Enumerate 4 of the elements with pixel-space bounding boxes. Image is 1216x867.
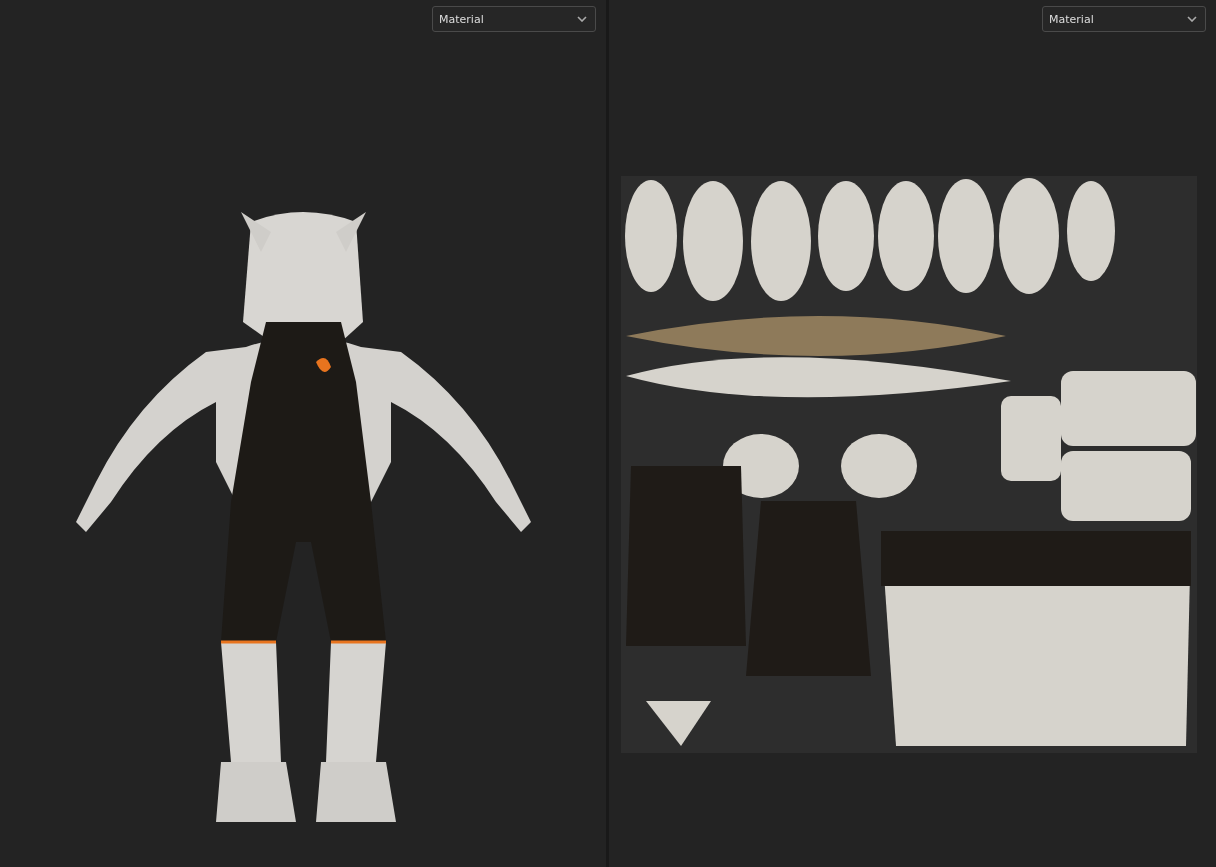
mode-dropdown[interactable]: Material [432, 6, 596, 32]
mode-dropdown[interactable]: Material [1042, 6, 1206, 32]
chevron-icon [1187, 16, 1197, 22]
chevron-icon [577, 16, 587, 22]
